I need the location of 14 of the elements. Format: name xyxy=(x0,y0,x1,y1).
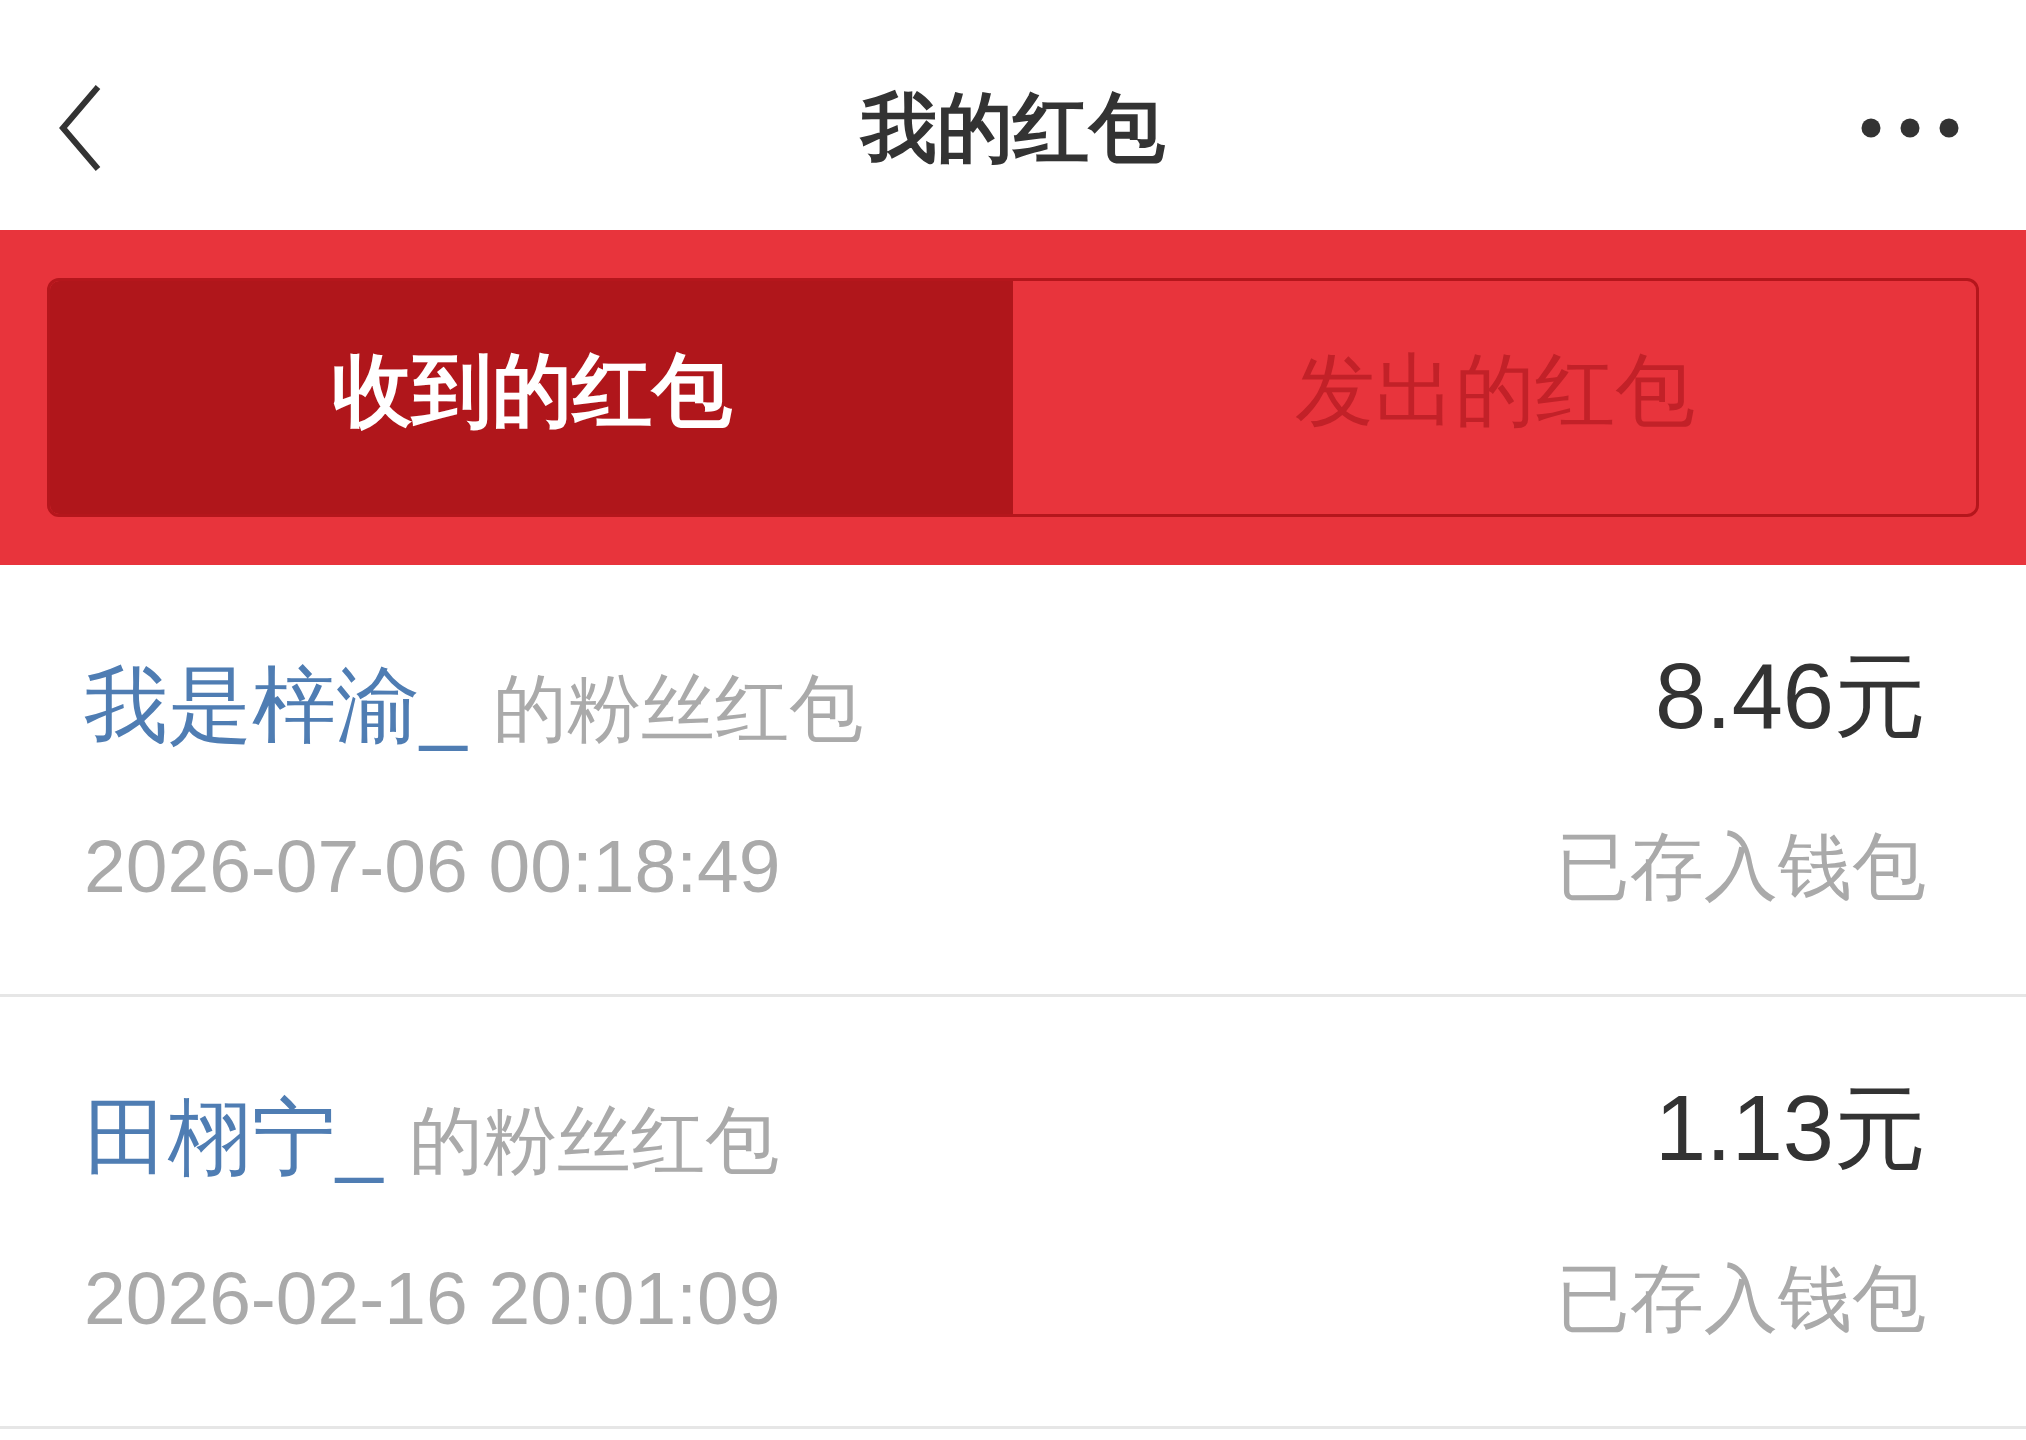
packet-description: 的粉丝红包 xyxy=(408,1098,779,1184)
packet-description: 的粉丝红包 xyxy=(492,666,863,752)
status-text: 已存入钱包 xyxy=(1556,1256,1926,1342)
sender-link[interactable]: 我是梓渝_ xyxy=(84,650,467,760)
back-icon xyxy=(58,84,102,172)
amount-text: 8.46元 xyxy=(1654,644,1926,749)
page-title: 我的红包 xyxy=(861,84,1165,172)
sender-link[interactable]: 田栩宁_ xyxy=(84,1082,383,1192)
amount-text: 1.13元 xyxy=(1654,1076,1926,1181)
timestamp: 2026-02-16 20:01:09 xyxy=(84,1255,781,1342)
timestamp: 2026-07-06 00:18:49 xyxy=(84,823,781,910)
more-icon xyxy=(1861,118,1959,138)
status-text: 已存入钱包 xyxy=(1556,824,1926,910)
tab[interactable]: 收到的红包 xyxy=(50,281,1013,514)
